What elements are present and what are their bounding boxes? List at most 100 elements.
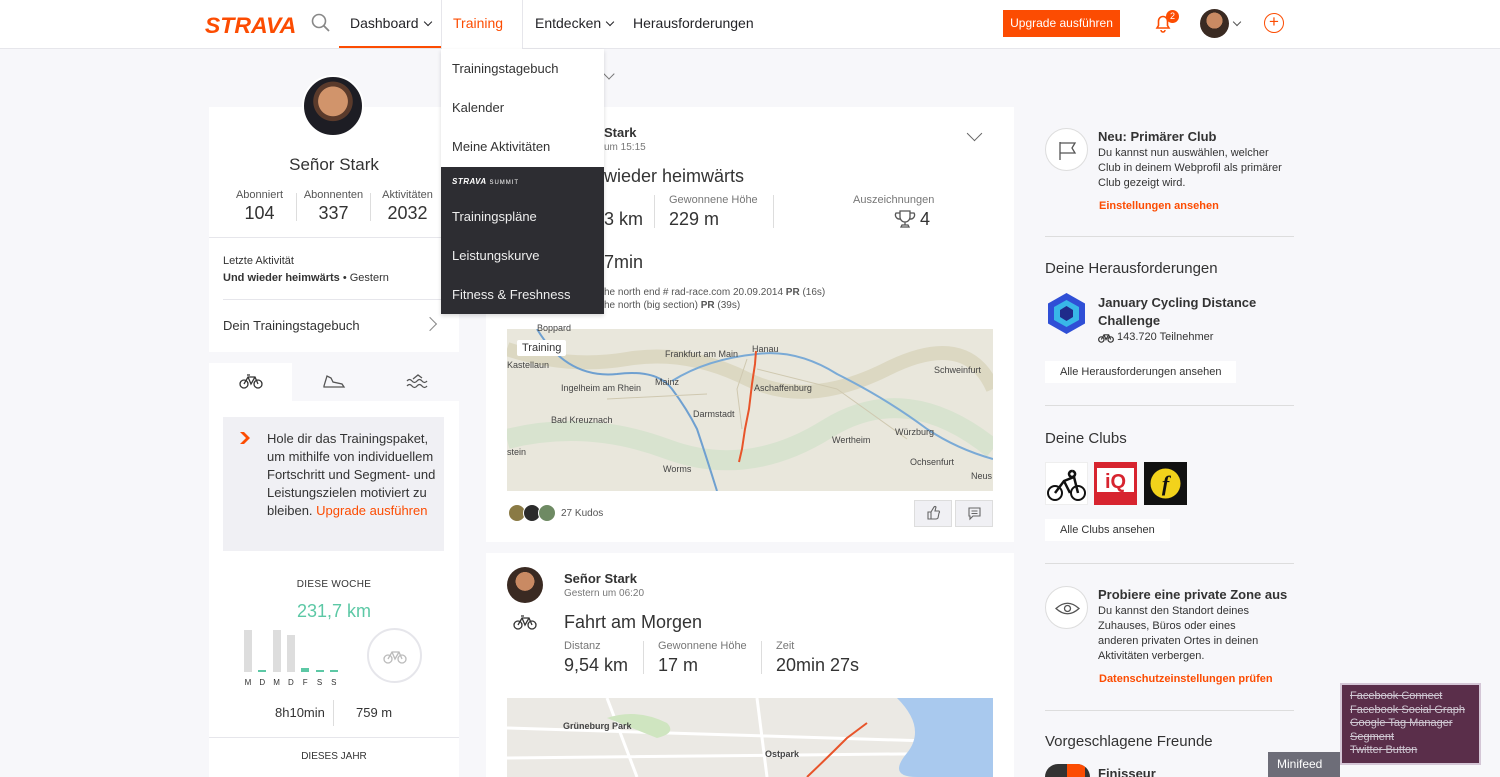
kudos-button[interactable] [914,500,952,527]
privacy-settings-link[interactable]: Datenschutzeinstellungen prüfen [1099,673,1273,685]
menu-item-meine-aktivitaeten[interactable]: Meine Aktivitäten [441,127,604,166]
tracker-item: Facebook Social Graph [1350,703,1465,716]
search-icon[interactable] [310,12,332,34]
comment-button[interactable] [955,500,993,527]
week-bar [315,670,324,672]
map-place-label: Ochsenfurt [910,457,955,467]
nav-herausforderungen-label: Herausforderungen [633,15,754,31]
menu-item-trainingstagebuch[interactable]: Trainingstagebuch [441,49,604,88]
stat-label: Abonnenten [303,189,364,201]
nav-entdecken-label: Entdecken [535,15,602,31]
segment-pr[interactable]: he north end # rad-race.com 20.09.2014 P… [604,287,825,298]
segment-pr[interactable]: he north (big section) PR (39s) [604,300,740,311]
awards-value: 4 [920,209,931,229]
week-bar [258,670,267,672]
divider [333,700,334,726]
training-menu-summit: STRAVA SUMMIT Trainingspläne Leistungsku… [441,167,604,314]
friend-avatar[interactable] [1045,764,1090,777]
challenge-participants: 143.720 Teilnehmer [1117,331,1214,343]
promo-upgrade-link[interactable]: Upgrade ausführen [316,503,427,518]
segment-time: (39s) [714,300,741,311]
activity-athlete[interactable]: Señor Stark [564,571,637,586]
challenge-badge-icon[interactable] [1045,292,1088,335]
tab-running[interactable] [292,363,375,401]
club-logo-iq[interactable]: iQ [1094,462,1137,505]
profile-name[interactable]: Señor Stark [209,155,459,175]
map-place-label: Grüneburg Park [563,721,632,731]
challenge-name[interactable]: January Cycling Distance Challenge [1098,294,1268,330]
elevation-value: 17 m [658,655,699,675]
activity-duration: 7min [604,252,644,272]
bike-icon [513,615,537,630]
day-label: M [244,678,252,687]
divider [654,195,655,228]
chevron-down-icon [423,17,432,27]
last-activity-link[interactable]: Und wieder heimwärts [223,272,340,284]
clubs-heading: Deine Clubs [1045,430,1127,447]
athlete-avatar[interactable] [507,567,543,603]
menu-item-kalender[interactable]: Kalender [441,88,604,127]
nav-dashboard[interactable]: Dashboard [339,0,442,48]
kudos-count[interactable]: 27 Kudos [561,508,603,519]
stat-label: Aktivitäten [382,189,433,201]
divider [1045,405,1294,406]
week-label: DIESE WOCHE [296,579,372,590]
divider [1045,236,1294,237]
activity-title[interactable]: Fahrt am Morgen [564,612,702,633]
tracker-item: Segment [1350,730,1395,743]
segment-time: (16s) [799,287,826,298]
activity-map[interactable] [507,698,993,777]
club-flag-icon [1045,128,1088,171]
club-logo-cyclist[interactable] [1045,462,1088,505]
add-plus-icon[interactable]: + [1264,13,1284,33]
last-activity: Letzte Aktivität Und wieder heimwärts • … [223,253,389,287]
nav-herausforderungen[interactable]: Herausforderungen [622,0,765,48]
top-nav: STRAVA Dashboard Training Entdecken Hera… [0,0,1500,73]
map-place-label: Wertheim [832,435,871,445]
stat-value: 104 [244,203,275,223]
tab-cycling[interactable] [209,363,292,401]
activity-athlete[interactable]: Stark [604,125,637,140]
sport-tabs [209,363,459,401]
all-clubs-button[interactable]: Alle Clubs ansehen [1045,519,1170,541]
map-place-label: Darmstadt [693,409,735,419]
menu-item-trainingsplaene[interactable]: Trainingspläne [441,197,604,236]
menu-item-fitness-freshness[interactable]: Fitness & Freshness [441,275,604,314]
minifeed-toggle[interactable]: Minifeed [1268,752,1340,777]
divider [1045,710,1294,711]
training-diary-link[interactable]: Dein Trainingstagebuch [223,318,360,333]
privacy-zone-title: Probiere eine private Zone aus [1098,587,1288,602]
profile-avatar[interactable] [302,75,364,137]
privacy-zone-text: Du kannst den Standort deines Zuhauses, … [1098,605,1259,662]
upgrade-button[interactable]: Upgrade ausführen [1003,10,1120,37]
menu-item-leistungskurve[interactable]: Leistungskurve [441,236,604,275]
tab-swimming[interactable] [375,363,458,401]
week-elevation: 759 m [356,705,393,720]
stat-value: 2032 [387,203,428,223]
segment-name: he north end # rad-race.com 20.09.2014 [604,287,786,298]
eye-icon [1045,586,1088,629]
club-settings-link[interactable]: Einstellungen ansehen [1099,200,1219,212]
all-challenges-button[interactable]: Alle Herausforderungen ansehen [1045,361,1237,383]
club-logo-f[interactable]: f [1144,462,1187,505]
friend-name[interactable]: Finisseur [1098,766,1156,777]
stat-label: Abonniert [235,189,284,201]
divider [223,299,444,300]
weekly-goal-ring[interactable] [367,628,422,683]
nav-entdecken[interactable]: Entdecken [524,0,624,48]
chevron-down-icon[interactable] [1232,17,1242,27]
stat-following[interactable]: Abonniert 104 [222,189,297,224]
summit-sub: SUMMIT [489,180,520,186]
stat-activities[interactable]: Aktivitäten 2032 [370,189,445,224]
divider [643,641,644,674]
map-place-label: Bad Kreuznach [551,415,613,425]
user-avatar[interactable] [1200,9,1229,38]
stat-value: 337 [318,203,349,223]
nav-training[interactable]: Training [441,0,523,73]
tracker-item: Facebook Connect [1350,690,1443,702]
stat-followers[interactable]: Abonnenten 337 [296,189,371,224]
kudos-avatar[interactable] [538,504,556,522]
day-label: S [316,678,323,687]
activity-title[interactable]: wieder heimwärts [604,166,744,187]
strava-logo[interactable]: STRAVA [205,13,297,39]
